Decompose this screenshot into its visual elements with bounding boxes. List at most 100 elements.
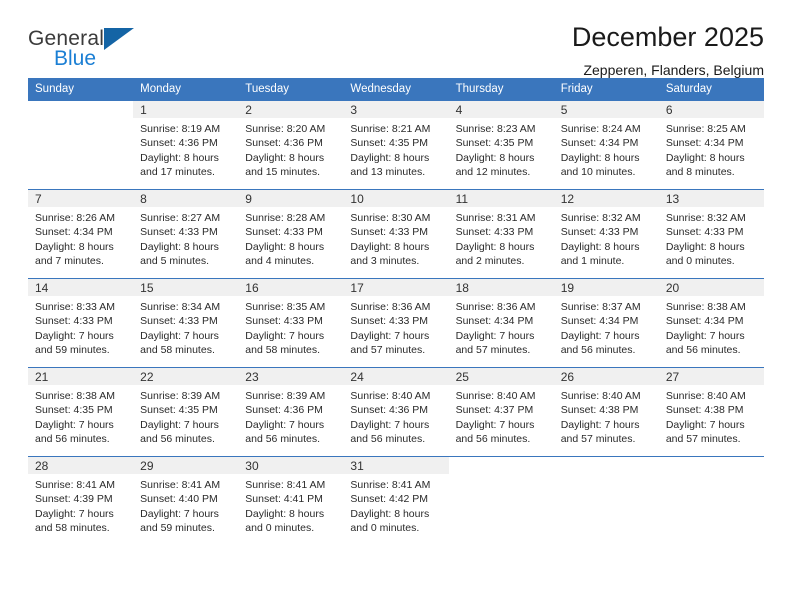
calendar-day-cell[interactable]: 16 Sunrise: 8:35 AM Sunset: 4:33 PM Dayligh… [238,278,344,368]
sunset-time: Sunset: 4:35 PM [455,137,534,150]
daylight-duration: and 7 minutes. [35,254,104,267]
daylight-duration: Daylight: 7 hours [455,418,535,431]
day-number: 31 [343,457,449,474]
calendar-day-cell[interactable]: 17 Sunrise: 8:36 AM Sunset: 4:33 PM Dayligh… [343,278,449,368]
daylight-duration: and 0 minutes. [350,521,420,534]
calendar-day-cell[interactable]: 20 Sunrise: 8:38 AM Sunset: 4:34 PM Dayligh… [658,278,764,368]
sunset-time: Sunset: 4:34 PM [560,315,639,328]
calendar-day-cell[interactable]: 29 Sunrise: 8:41 AM Sunset: 4:40 PM Dayligh… [133,456,239,545]
daylight-duration: and 15 minutes. [245,165,320,178]
day-details: Sunrise: 8:24 AM Sunset: 4:34 PM Daylight:… [554,118,659,179]
sunrise-time: Sunrise: 8:40 AM [560,390,641,402]
day-details: Sunrise: 8:38 AM Sunset: 4:34 PM Daylight:… [659,296,764,357]
calendar-day-cell[interactable]: 28 Sunrise: 8:41 AM Sunset: 4:39 PM Dayligh… [28,456,134,545]
calendar-week-row: 14 Sunrise: 8:33 AM Sunset: 4:33 PM Dayligh… [28,278,764,368]
daylight-duration: Daylight: 8 hours [665,240,745,253]
calendar-day-cell[interactable]: 2 Sunrise: 8:20 AM Sunset: 4:36 PM Daylight… [238,100,344,190]
brand-logo[interactable]: General Blue [28,22,168,69]
daylight-duration: and 13 minutes. [350,165,426,178]
calendar-day-cell[interactable]: 9 Sunrise: 8:28 AM Sunset: 4:33 PM Daylight… [238,189,344,279]
weekday-header-tuesday: Tuesday [238,78,344,101]
calendar-day-cell[interactable]: 12 Sunrise: 8:32 AM Sunset: 4:33 PM Dayligh… [553,189,659,279]
day-number [28,101,134,118]
sunrise-time: Sunrise: 8:33 AM [35,301,115,313]
daylight-duration: and 17 minutes. [140,165,215,178]
calendar-day-cell[interactable]: 18 Sunrise: 8:36 AM Sunset: 4:34 PM Dayligh… [448,278,554,368]
calendar-day-cell[interactable]: 8 Sunrise: 8:27 AM Sunset: 4:33 PM Daylight… [133,189,239,279]
day-details: Sunrise: 8:23 AM Sunset: 4:35 PM Daylight:… [449,118,554,179]
calendar-day-cell[interactable]: 11 Sunrise: 8:31 AM Sunset: 4:33 PM Dayligh… [448,189,554,279]
daylight-duration: Daylight: 8 hours [665,151,745,164]
daylight-duration: Daylight: 8 hours [560,240,640,253]
weekday-header-sunday: Sunday [28,78,134,101]
calendar-day-cell[interactable]: 24 Sunrise: 8:40 AM Sunset: 4:36 PM Dayligh… [343,367,449,457]
day-details: Sunrise: 8:19 AM Sunset: 4:36 PM Daylight:… [133,118,238,179]
daylight-duration: and 8 minutes. [665,165,735,178]
day-number: 24 [343,368,449,385]
calendar-day-cell[interactable]: 22 Sunrise: 8:39 AM Sunset: 4:35 PM Dayligh… [133,367,239,457]
calendar-week-row: 21 Sunrise: 8:38 AM Sunset: 4:35 PM Dayligh… [28,367,764,457]
sunrise-time: Sunrise: 8:26 AM [35,212,115,224]
daylight-duration: Daylight: 7 hours [560,418,640,431]
sunset-time: Sunset: 4:33 PM [35,315,113,328]
day-details: Sunrise: 8:34 AM Sunset: 4:33 PM Daylight:… [133,296,238,357]
sunrise-time: Sunrise: 8:25 AM [665,123,746,135]
day-number: 8 [133,190,239,207]
sunset-time: Sunset: 4:40 PM [140,493,218,506]
weekday-header-friday: Friday [553,78,659,101]
sunrise-time: Sunrise: 8:36 AM [455,301,536,313]
daylight-duration: Daylight: 7 hours [35,329,114,342]
sunrise-time: Sunrise: 8:21 AM [350,123,431,135]
sunset-time: Sunset: 4:35 PM [350,137,429,150]
calendar-day-cell[interactable]: 21 Sunrise: 8:38 AM Sunset: 4:35 PM Dayligh… [28,367,134,457]
calendar-day-cell[interactable]: 30 Sunrise: 8:41 AM Sunset: 4:41 PM Dayligh… [238,456,344,545]
daylight-duration: Daylight: 7 hours [665,329,745,342]
sunrise-time: Sunrise: 8:41 AM [35,479,115,491]
sunrise-time: Sunrise: 8:23 AM [455,123,536,135]
sunset-time: Sunset: 4:36 PM [245,137,323,150]
calendar-day-cell[interactable]: 1 Sunrise: 8:19 AM Sunset: 4:36 PM Daylight… [133,100,239,190]
calendar-day-cell[interactable]: 15 Sunrise: 8:34 AM Sunset: 4:33 PM Dayligh… [133,278,239,368]
daylight-duration: and 57 minutes. [665,432,741,445]
calendar-day-cell[interactable]: 25 Sunrise: 8:40 AM Sunset: 4:37 PM Dayligh… [448,367,554,457]
daylight-duration: and 10 minutes. [560,165,636,178]
daylight-duration: and 2 minutes. [455,254,525,267]
day-details: Sunrise: 8:28 AM Sunset: 4:33 PM Daylight:… [238,207,343,268]
day-details: Sunrise: 8:40 AM Sunset: 4:38 PM Daylight:… [554,385,659,446]
calendar-day-cell[interactable]: 5 Sunrise: 8:24 AM Sunset: 4:34 PM Daylight… [553,100,659,190]
daylight-duration: Daylight: 7 hours [35,418,114,431]
daylight-duration: Daylight: 7 hours [35,507,114,520]
calendar-day-cell[interactable]: 27 Sunrise: 8:40 AM Sunset: 4:38 PM Dayligh… [658,367,764,457]
calendar-day-cell[interactable]: 6 Sunrise: 8:25 AM Sunset: 4:34 PM Daylight… [658,100,764,190]
page-header: General Blue December 2025 Zepperen, Fla… [28,0,764,78]
calendar-body: 1 Sunrise: 8:19 AM Sunset: 4:36 PM Daylight… [28,100,764,545]
sunset-time: Sunset: 4:34 PM [455,315,534,328]
sunset-time: Sunset: 4:36 PM [245,404,323,417]
sunset-time: Sunset: 4:33 PM [560,226,639,239]
calendar-day-cell[interactable]: 14 Sunrise: 8:33 AM Sunset: 4:33 PM Dayligh… [28,278,134,368]
calendar-day-cell[interactable]: 7 Sunrise: 8:26 AM Sunset: 4:34 PM Daylight… [28,189,134,279]
calendar-day-cell[interactable]: 4 Sunrise: 8:23 AM Sunset: 4:35 PM Daylight… [448,100,554,190]
day-number: 25 [448,368,554,385]
day-number: 23 [238,368,344,385]
weekday-header-wednesday: Wednesday [343,78,449,101]
calendar-day-cell[interactable]: 10 Sunrise: 8:30 AM Sunset: 4:33 PM Dayligh… [343,189,449,279]
daylight-duration: Daylight: 7 hours [665,418,745,431]
day-details: Sunrise: 8:36 AM Sunset: 4:33 PM Daylight:… [343,296,448,357]
daylight-duration: and 57 minutes. [350,343,426,356]
day-number: 30 [238,457,344,474]
calendar-day-cell[interactable]: 26 Sunrise: 8:40 AM Sunset: 4:38 PM Dayligh… [553,367,659,457]
calendar-day-cell[interactable]: 23 Sunrise: 8:39 AM Sunset: 4:36 PM Dayligh… [238,367,344,457]
calendar-cell-empty [553,456,659,545]
daylight-duration: and 0 minutes. [665,254,735,267]
calendar-day-cell[interactable]: 3 Sunrise: 8:21 AM Sunset: 4:35 PM Daylight… [343,100,449,190]
sunset-time: Sunset: 4:35 PM [140,404,218,417]
sunset-time: Sunset: 4:36 PM [140,137,218,150]
sunrise-time: Sunrise: 8:35 AM [245,301,326,313]
calendar-day-cell[interactable]: 19 Sunrise: 8:37 AM Sunset: 4:34 PM Dayligh… [553,278,659,368]
day-number: 26 [553,368,659,385]
calendar-day-cell[interactable]: 13 Sunrise: 8:32 AM Sunset: 4:33 PM Dayligh… [658,189,764,279]
day-number: 14 [28,279,134,296]
day-number: 3 [343,101,449,118]
calendar-day-cell[interactable]: 31 Sunrise: 8:41 AM Sunset: 4:42 PM Dayligh… [343,456,449,545]
